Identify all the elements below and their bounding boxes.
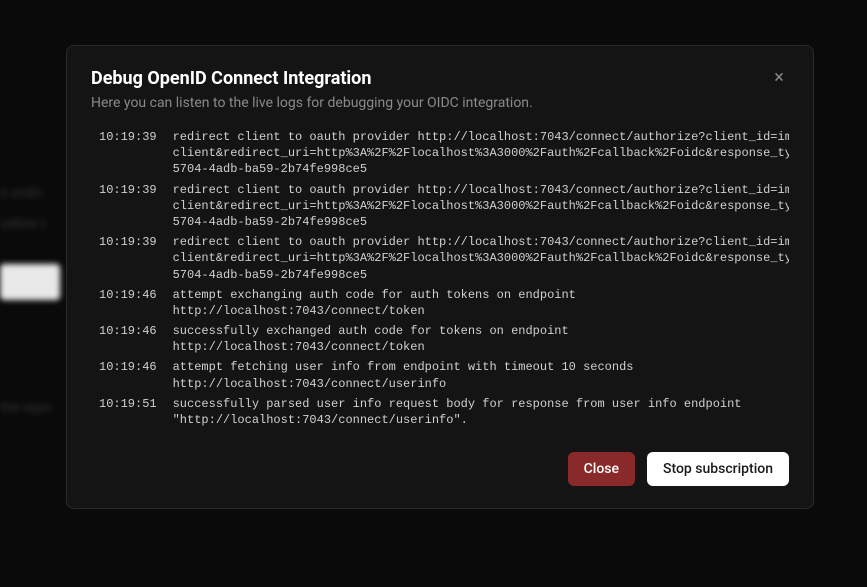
log-row: 10:19:46 attempt fetching user info from …	[91, 359, 789, 391]
log-timestamp: 10:19:39	[91, 234, 157, 283]
log-message: redirect client to oauth provider http:/…	[173, 234, 789, 283]
log-message: attempt fetching user info from endpoint…	[173, 359, 634, 391]
modal-footer: Close Stop subscription	[91, 452, 789, 486]
log-timestamp: 10:19:46	[91, 359, 157, 391]
log-row: 10:19:39 redirect client to oauth provide…	[91, 234, 789, 283]
log-row: 10:19:51 successfully parsed user info re…	[91, 396, 789, 428]
log-message: successfully exchanged auth code for tok…	[173, 323, 569, 355]
bg-blurred-button	[0, 264, 60, 300]
bg-blurred-text: the repo	[0, 400, 51, 416]
log-timestamp: 10:19:51	[91, 396, 157, 428]
log-row: 10:19:46 attempt exchanging auth code for…	[91, 287, 789, 319]
log-message: successfully parsed user info request bo…	[173, 396, 742, 428]
log-message: redirect client to oauth provider http:/…	[173, 182, 789, 231]
modal-title: Debug OpenID Connect Integration	[91, 68, 789, 89]
log-message: attempt exchanging auth code for auth to…	[173, 287, 576, 319]
log-message: redirect client to oauth provider http:/…	[173, 129, 789, 178]
stop-subscription-button[interactable]: Stop subscription	[647, 452, 789, 486]
modal-subtitle: Here you can listen to the live logs for…	[91, 95, 789, 111]
log-timestamp: 10:19:39	[91, 182, 157, 231]
log-timestamp: 10:19:46	[91, 287, 157, 319]
log-row: 10:19:46 successfully exchanged auth code…	[91, 323, 789, 355]
bg-blurred-text: s undo	[0, 185, 42, 201]
log-container: 10:19:39 redirect client to oauth provide…	[91, 129, 789, 432]
modal-header: Debug OpenID Connect Integration Here yo…	[91, 68, 789, 111]
log-timestamp: 10:19:39	[91, 129, 157, 178]
close-button[interactable]: Close	[568, 452, 635, 486]
log-timestamp: 10:19:46	[91, 323, 157, 355]
debug-oidc-modal: Debug OpenID Connect Integration Here yo…	[66, 45, 814, 509]
log-row: 10:19:39 redirect client to oauth provide…	[91, 182, 789, 231]
log-row: 10:19:39 redirect client to oauth provide…	[91, 129, 789, 178]
bg-blurred-text: udible t	[0, 216, 46, 232]
close-icon[interactable]: ×	[769, 68, 789, 88]
